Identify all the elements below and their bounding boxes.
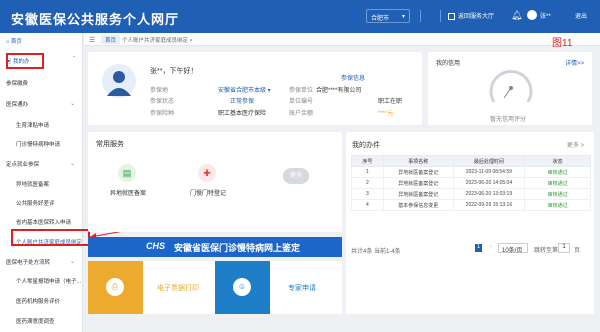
- sidebar: ⌂ 首页 ▣ 我的办 ˆ 参保缴费 医保通办 ⌄ 生育津贴申请 门诊慢特病种申请 定…: [0, 33, 83, 332]
- col-name: 事项名称: [382, 155, 454, 167]
- expert-tile[interactable]: 专家申请: [270, 261, 342, 314]
- col-index: 序号: [351, 155, 384, 167]
- credit-gauge: [489, 70, 533, 103]
- user-name[interactable]: 张**: [540, 11, 551, 20]
- page-size-select[interactable]: 10条/页: [498, 243, 528, 254]
- return-hall-link[interactable]: 返回服务大厅: [448, 11, 494, 20]
- print-tile-icon[interactable]: ⎙: [88, 261, 143, 314]
- value-insured-status: 正常参保: [230, 99, 255, 105]
- jump-input[interactable]: 1: [558, 243, 570, 253]
- services-title: 常用服务: [96, 141, 124, 148]
- col-status: 状态: [524, 155, 591, 167]
- chevron-down-icon: ⌄: [69, 101, 75, 107]
- city-value: 合肥市: [371, 16, 390, 22]
- figure-label: 图11: [552, 38, 573, 49]
- jump-label: 跳转至第: [534, 248, 559, 254]
- page-unit: 页: [574, 248, 581, 254]
- value-insured-area: 安徽省合肥市本级 ▾: [218, 88, 271, 94]
- highlight-box: [6, 53, 44, 69]
- next-page-icon[interactable]: ›: [490, 244, 492, 250]
- tasks-more-link[interactable]: 更多 >: [567, 140, 584, 149]
- value-insurance-type: 职工基本医疗保险: [218, 111, 267, 117]
- credit-detail-link[interactable]: 详情>>: [565, 58, 584, 67]
- credit-title: 我的信用: [436, 61, 461, 67]
- table-row[interactable]: 3 异地就医备案登记 2023-06-20 13:03:19 审核通过: [351, 188, 591, 200]
- printer-icon: ⎙: [106, 278, 124, 296]
- profile-card: 张**，下午好！ 参保地 参保状态 参保险种 安徽省合肥市本级 ▾ 正常参保 职…: [88, 52, 422, 125]
- sidebar-item-home[interactable]: ⌂ 首页: [0, 37, 83, 45]
- pagination-summary: 共计4条 当前1-4条: [351, 249, 401, 255]
- breadcrumb: ☰ 首页 个人账户共济家庭成员绑定 ×: [84, 33, 600, 46]
- site-title: 安徽医保公共服务个人网厅: [11, 12, 180, 27]
- service-chronic-register[interactable]: 门慢门特登记: [190, 188, 226, 197]
- value-balance: ****元: [378, 111, 394, 117]
- user-avatar[interactable]: [527, 10, 537, 20]
- print-tile[interactable]: 电子票据打印: [143, 261, 215, 314]
- chs-logo: CHS: [146, 241, 166, 251]
- credit-caption: 暂无信用评分: [490, 117, 527, 123]
- highlight-box: [11, 229, 90, 246]
- table-row[interactable]: 4 基本参保信息变更 2022-09-29 15:13:16 审核通过: [351, 199, 591, 211]
- table-row[interactable]: 2 异地就医备案登记 2023-06-20 14:05:04 审核通过: [351, 177, 591, 189]
- sidebar-item-institution-eval[interactable]: 医药机构服务评价: [0, 297, 83, 305]
- sidebar-item-employment[interactable]: 定点就业参保 ⌄: [0, 160, 83, 168]
- top-header: 安徽医保公共服务个人网厅 合肥市 ▾ 返回服务大厅 🔔︎ 张** 退出: [0, 0, 600, 33]
- label-insured-status: 参保状态: [150, 99, 175, 105]
- table-header: 序号 事项名称 最后处理时间 状态: [351, 155, 591, 167]
- chronic-register-icon[interactable]: ✚: [198, 164, 216, 182]
- page-current[interactable]: 1: [475, 244, 482, 252]
- col-time: 最后处理时间: [452, 155, 526, 167]
- more-services-button[interactable]: 更多: [283, 168, 309, 184]
- greeting: 张**，下午好！: [150, 68, 198, 75]
- divider: [420, 10, 421, 22]
- label-employer: 参保单位: [289, 88, 314, 94]
- promo-banner[interactable]: CHS 安徽省医保门诊慢特病网上鉴定: [88, 237, 342, 257]
- sidebar-item-transfer[interactable]: 省内基本医保转入申请: [0, 218, 83, 226]
- return-hall-label: 返回服务大厅: [458, 14, 495, 20]
- person-icon: ☺: [233, 278, 251, 296]
- label-balance: 账户余额: [289, 111, 314, 117]
- divider: [440, 10, 441, 22]
- label-insurance-type: 参保险种: [150, 111, 175, 117]
- bell-icon[interactable]: 🔔︎: [511, 10, 522, 21]
- tasks-title: 我的办件: [352, 142, 380, 149]
- menu-toggle-icon[interactable]: ☰: [89, 36, 95, 44]
- label-unit-no: 单位编号: [289, 99, 314, 105]
- sidebar-item-evaluation[interactable]: 公共服务好差评: [0, 199, 83, 207]
- chevron-down-icon: ⌄: [69, 161, 75, 167]
- banner-text: 安徽省医保门诊慢特病网上鉴定: [174, 243, 301, 253]
- tab-home[interactable]: 首页: [101, 35, 121, 44]
- value-employer: 合肥****有限公司: [316, 88, 362, 94]
- expert-label: 专家申请: [288, 285, 316, 292]
- sidebar-item-reimbursement[interactable]: 个人零星报销申请（电子...: [0, 277, 83, 285]
- tab-current[interactable]: 个人账户共济家庭成员绑定 ×: [122, 36, 193, 44]
- tasks-table: 序号 事项名称 最后处理时间 状态 1 异地就医备案登记 2023-11-09 08…: [351, 155, 591, 211]
- sidebar-item-satisfaction[interactable]: 医药满意度调查: [0, 317, 83, 325]
- service-remote-filing[interactable]: 异地就医备案: [110, 188, 146, 197]
- expert-tile-icon[interactable]: ☺: [215, 261, 270, 314]
- label-insured-area: 参保地: [150, 88, 169, 94]
- sidebar-item-universal[interactable]: 医保通办 ⌄: [0, 100, 83, 108]
- table-row[interactable]: 1 异地就医备案登记 2023-11-09 08:54:59 审核通过: [351, 166, 591, 178]
- exit-icon: [448, 12, 455, 20]
- logout-link[interactable]: 退出: [575, 11, 587, 20]
- chevron-up-icon: ˆ: [73, 57, 75, 63]
- sidebar-item-eprescription[interactable]: 医保电子处方流转 ⌄: [0, 258, 83, 266]
- insured-info-link[interactable]: 参保信息: [341, 73, 365, 82]
- chevron-down-icon: ▾: [401, 14, 405, 20]
- credit-card: 我的信用 详情>> 暂无信用评分: [428, 52, 592, 125]
- chevron-down-icon: ⌄: [69, 259, 75, 265]
- sidebar-item-insurance-payment[interactable]: 参保缴费: [0, 79, 83, 87]
- sidebar-item-remote-filing[interactable]: 异地就医备案: [0, 180, 83, 188]
- print-label: 电子票据打印: [157, 285, 199, 292]
- remote-filing-icon[interactable]: ▤: [118, 164, 136, 182]
- user-avatar-illustration: [102, 64, 136, 98]
- city-select[interactable]: 合肥市 ▾: [366, 9, 410, 23]
- value-unit-no: 职工在职: [378, 99, 403, 105]
- services-card: 常用服务 ▤ 异地就医备案 ✚ 门慢门特登记 更多: [88, 132, 342, 232]
- sidebar-item-maternity[interactable]: 生育津贴申请: [0, 121, 83, 129]
- sidebar-item-chronic[interactable]: 门诊慢特病种申请: [0, 140, 83, 148]
